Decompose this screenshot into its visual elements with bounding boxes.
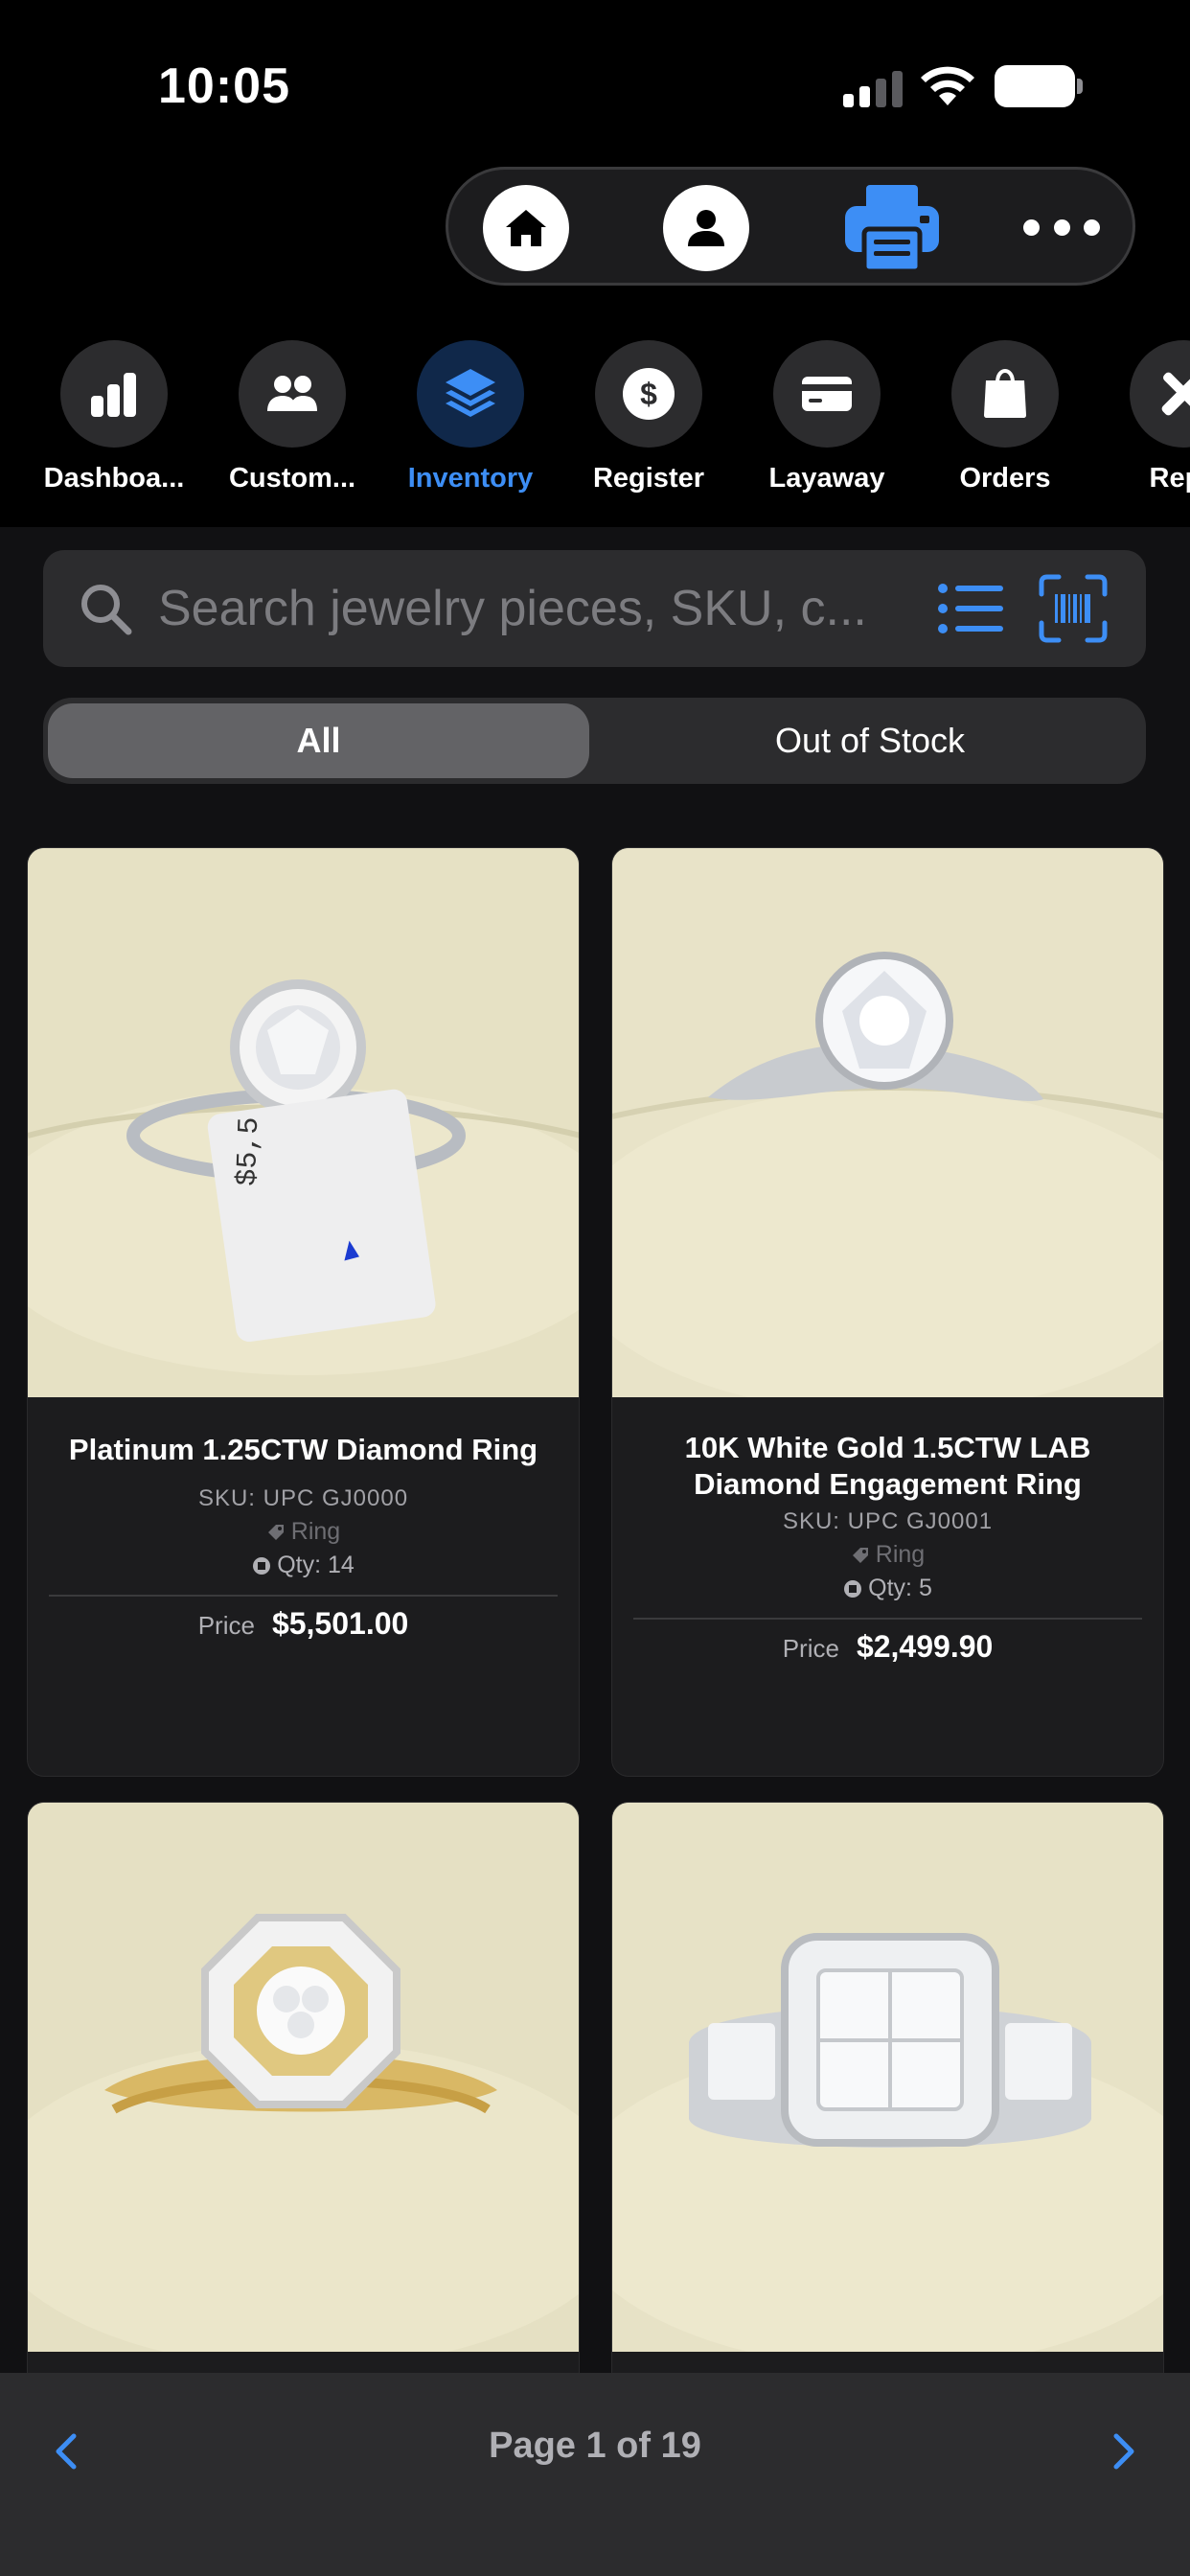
product-image: $5,5 <box>28 848 579 1397</box>
credit-card-icon <box>802 377 852 411</box>
product-image <box>612 1803 1163 2352</box>
barcode-scan-icon[interactable] <box>1038 573 1109 644</box>
battery-icon <box>995 65 1083 107</box>
product-image <box>28 1803 579 2352</box>
pagination-bar: Page 1 of 19 <box>0 2373 1190 2576</box>
tag-icon <box>852 1547 868 1563</box>
print-button[interactable] <box>839 179 945 275</box>
nav-label: Inventory <box>407 463 534 494</box>
list-view-icon[interactable] <box>936 577 1005 640</box>
search-bar <box>43 550 1146 667</box>
product-category: Ring <box>633 1541 1142 1569</box>
nav-item-layaway[interactable]: Layaway <box>738 340 916 494</box>
search-icon <box>81 585 132 635</box>
product-image <box>612 848 1163 1397</box>
nav-label: Dashboa... <box>43 463 185 494</box>
people-icon <box>267 376 317 411</box>
filter-out-of-stock[interactable]: Out of Stock <box>599 703 1141 778</box>
price-row: Price $2,499.90 <box>633 1629 1142 1665</box>
product-qty: Qty: 14 <box>49 1552 558 1579</box>
inventory-content: All Out of Stock $5,5 Platinum 1.25CTW <box>0 527 1190 2576</box>
chevron-right-icon <box>1113 2433 1134 2470</box>
price-value: $5,501.00 <box>271 1606 409 1641</box>
product-title: 10K White Gold 1.5CTW LAB Diamond Engage… <box>684 1431 1091 1501</box>
nav-label: Orders <box>959 463 1051 494</box>
nav-item-repairs[interactable]: Repa <box>1094 340 1190 494</box>
divider <box>633 1618 1142 1620</box>
price-value: $2,499.90 <box>856 1629 994 1664</box>
product-sku: SKU: UPC GJ0000 <box>197 1485 409 1511</box>
product-card[interactable] <box>27 1802 580 2472</box>
product-title: Platinum 1.25CTW Diamond Ring <box>68 1433 538 1466</box>
nav-item-register[interactable]: $ Register <box>560 340 738 494</box>
profile-button[interactable] <box>663 185 749 271</box>
product-card[interactable] <box>611 1802 1164 2472</box>
filter-all[interactable]: All <box>48 703 589 778</box>
nav-label: Repa <box>1149 463 1190 494</box>
shopping-bag-icon <box>984 368 1026 418</box>
nav-item-customers[interactable]: Custom... <box>203 340 381 494</box>
cellular-signal-icon <box>843 69 904 107</box>
tag-icon <box>267 1524 284 1540</box>
more-icon <box>1023 218 1040 236</box>
price-tag-text: $5,5 <box>232 1116 266 1186</box>
product-sku: SKU: UPC GJ0001 <box>782 1508 994 1534</box>
product-card[interactable]: 10K White Gold 1.5CTW LAB Diamond Engage… <box>611 847 1164 1777</box>
nav-item-dashboard[interactable]: Dashboa... <box>25 340 203 494</box>
person-icon <box>688 210 724 246</box>
product-category: Ring <box>49 1518 558 1546</box>
page-indicator: Page 1 of 19 <box>489 2426 701 2466</box>
status-bar: 10:05 <box>0 0 1190 172</box>
price-label: Price <box>197 1611 255 1640</box>
next-page-button[interactable] <box>1094 2423 1152 2480</box>
price-row: Price $5,501.00 <box>49 1606 558 1642</box>
nav-item-orders[interactable]: Orders <box>916 340 1094 494</box>
stock-icon <box>253 1556 271 1575</box>
bar-chart-icon <box>91 373 136 417</box>
layers-icon <box>446 369 495 417</box>
home-button[interactable] <box>483 185 569 271</box>
action-toolbar <box>446 167 1135 286</box>
status-time: 10:05 <box>158 58 290 114</box>
more-button[interactable] <box>1023 198 1100 256</box>
product-qty: Qty: 5 <box>633 1575 1142 1602</box>
category-nav: Dashboa... Custom... Inventory $ Registe… <box>0 340 1190 498</box>
nav-item-inventory[interactable]: Inventory <box>381 340 560 494</box>
nav-label: Layaway <box>768 463 885 494</box>
nav-label: Register <box>592 463 705 494</box>
stock-icon <box>844 1579 862 1598</box>
wifi-icon <box>921 66 974 105</box>
tools-icon <box>1161 372 1190 416</box>
price-label: Price <box>782 1634 839 1663</box>
nav-label: Custom... <box>228 463 356 494</box>
svg-text:$: $ <box>640 377 657 411</box>
dollar-icon: $ <box>623 368 675 420</box>
search-input[interactable] <box>158 550 953 667</box>
home-icon <box>506 210 546 246</box>
stock-filter-segment: All Out of Stock <box>43 698 1146 784</box>
product-card[interactable]: $5,5 Platinum 1.25CTW Diamond Ring SKU: … <box>27 847 580 1777</box>
printer-icon <box>845 185 939 274</box>
divider <box>49 1595 558 1597</box>
